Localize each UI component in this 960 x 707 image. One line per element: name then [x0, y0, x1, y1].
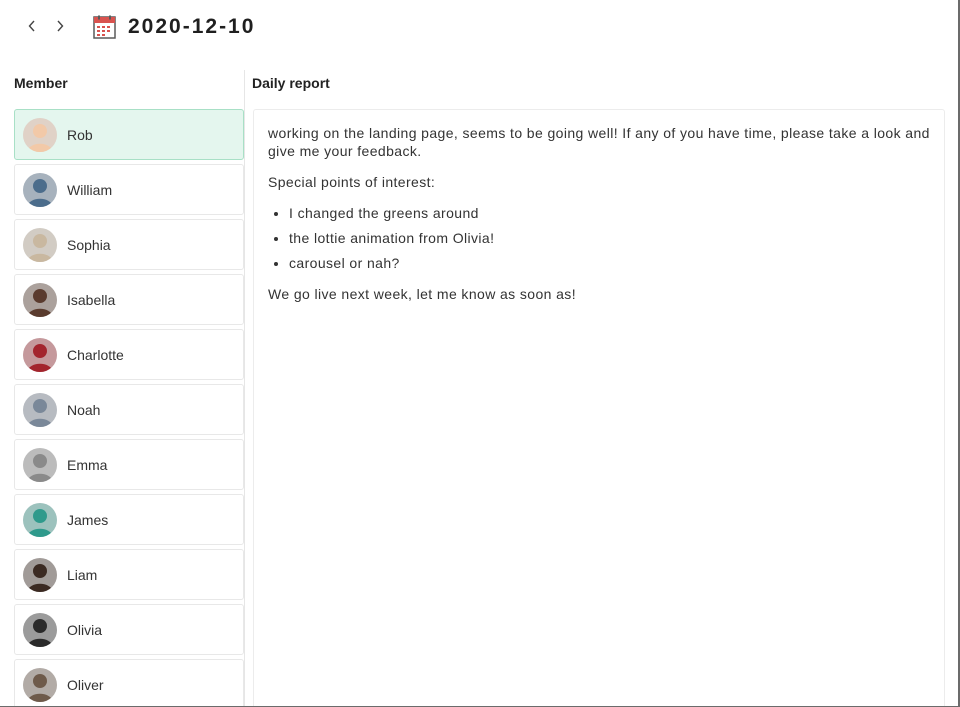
app-window: 2020-12-10 Member Daily report Rob Willia…	[0, 0, 960, 707]
member-column-header: Member	[14, 75, 68, 91]
member-item-james[interactable]: James	[14, 494, 244, 545]
report-point: the lottie animation from Olivia!	[289, 229, 930, 247]
member-item-olivia[interactable]: Olivia	[14, 604, 244, 655]
member-name: James	[67, 511, 109, 528]
column-divider	[244, 70, 245, 706]
calendar-icon[interactable]	[93, 15, 116, 39]
daily-report-column-header: Daily report	[252, 75, 330, 91]
member-item-isabella[interactable]: Isabella	[14, 274, 244, 325]
date-navigation-bar: 2020-12-10	[0, 0, 958, 56]
avatar	[23, 557, 57, 592]
avatar	[23, 172, 57, 207]
avatar	[23, 502, 57, 537]
avatar	[23, 117, 57, 152]
member-name: Sophia	[67, 236, 111, 253]
member-name: Emma	[67, 456, 108, 473]
member-name: Rob	[67, 126, 93, 143]
member-list: Rob William Sophia Isabella Charlotte Noah Emm…	[14, 109, 244, 706]
member-item-oliver[interactable]: Oliver	[14, 659, 244, 706]
current-date: 2020-12-10	[128, 15, 256, 38]
member-item-william[interactable]: William	[14, 164, 244, 215]
member-item-emma[interactable]: Emma	[14, 439, 244, 490]
member-name: Olivia	[67, 621, 103, 638]
member-name: Isabella	[67, 291, 116, 308]
report-point: I changed the greens around	[289, 204, 930, 222]
avatar	[23, 667, 57, 702]
member-name: William	[67, 181, 113, 198]
member-item-rob[interactable]: Rob	[14, 109, 244, 160]
member-name: Noah	[67, 401, 101, 418]
avatar	[23, 447, 57, 482]
chevron-right-icon	[57, 20, 64, 32]
avatar	[23, 227, 57, 262]
report-point: carousel or nah?	[289, 254, 930, 272]
chevron-left-icon	[28, 20, 35, 32]
avatar	[23, 612, 57, 647]
member-item-sophia[interactable]: Sophia	[14, 219, 244, 270]
avatar	[23, 282, 57, 317]
report-points-heading: Special points of interest:	[268, 174, 436, 190]
report-points-list: I changed the greens around the lottie a…	[268, 204, 930, 272]
member-name: Charlotte	[67, 346, 124, 363]
report-closing: We go live next week, let me know as soo…	[268, 286, 576, 302]
previous-day-button[interactable]	[23, 16, 41, 36]
avatar	[23, 392, 57, 427]
member-item-noah[interactable]: Noah	[14, 384, 244, 435]
avatar	[23, 337, 57, 372]
member-name: Oliver	[67, 676, 104, 693]
member-item-charlotte[interactable]: Charlotte	[14, 329, 244, 380]
report-intro: working on the landing page, seems to be…	[268, 125, 930, 159]
member-name: Liam	[67, 566, 98, 583]
member-item-liam[interactable]: Liam	[14, 549, 244, 600]
daily-report-panel: working on the landing page, seems to be…	[253, 109, 945, 706]
next-day-button[interactable]	[51, 16, 69, 36]
